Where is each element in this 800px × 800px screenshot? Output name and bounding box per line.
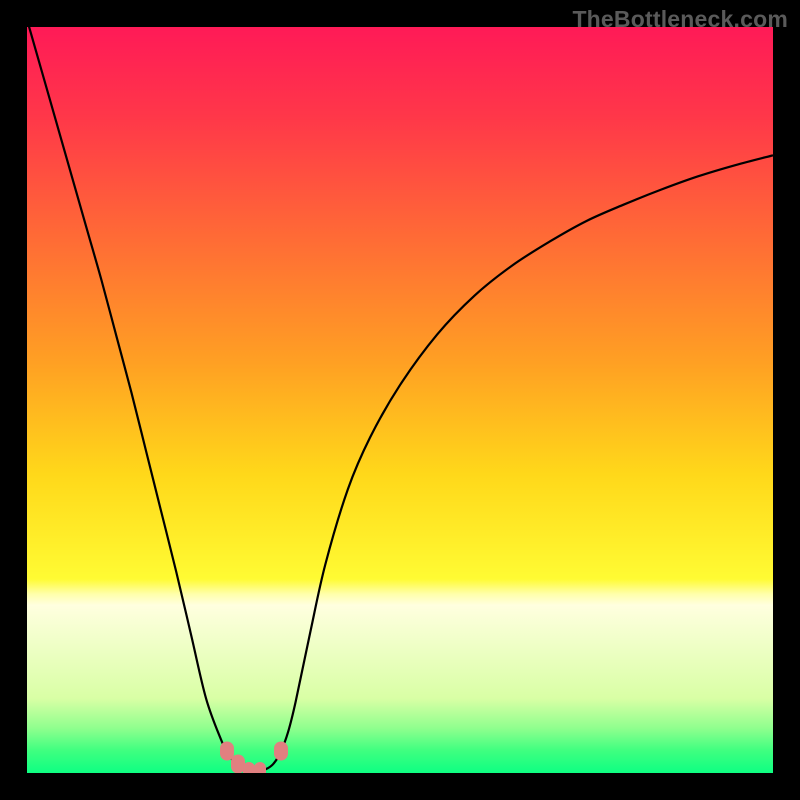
curve-layer	[27, 27, 773, 773]
curve-marker	[243, 762, 255, 773]
curve-marker	[274, 741, 288, 760]
bottleneck-curve	[27, 27, 773, 772]
plot-area	[27, 27, 773, 773]
chart-frame: TheBottleneck.com	[0, 0, 800, 800]
watermark-text: TheBottleneck.com	[572, 6, 788, 33]
curve-marker	[254, 762, 266, 773]
